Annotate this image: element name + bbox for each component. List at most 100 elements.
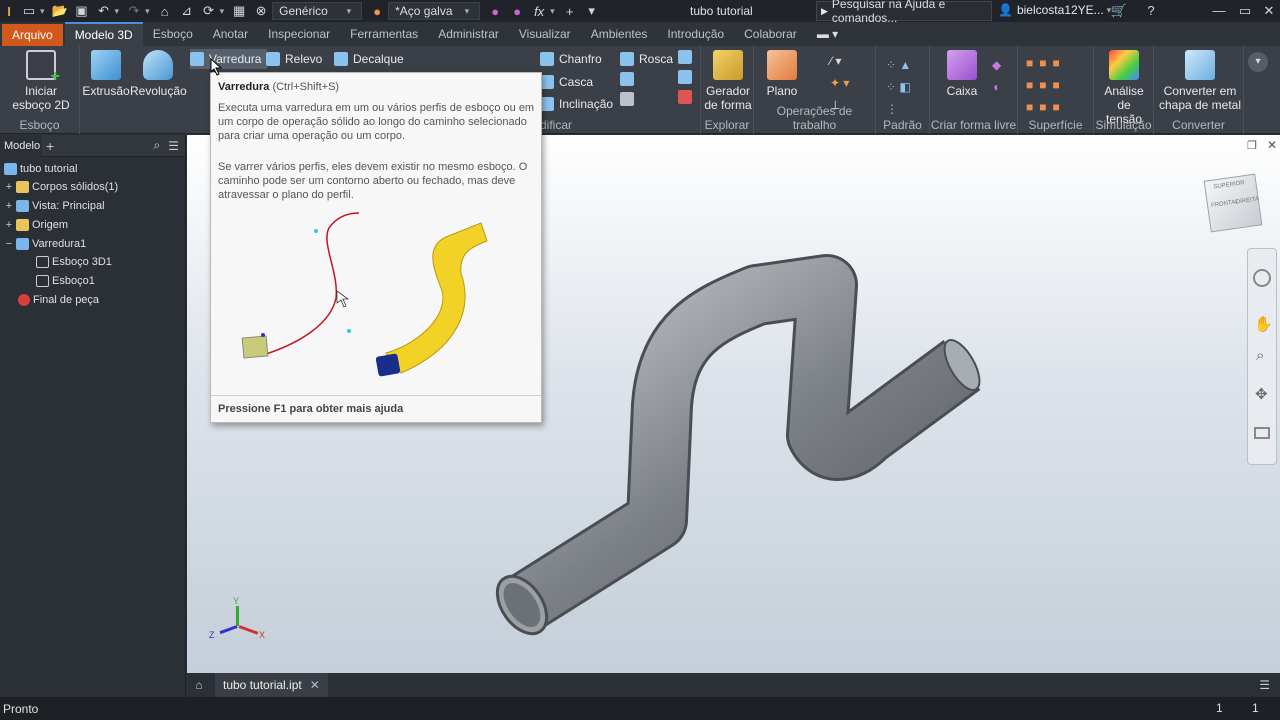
work-point-icon[interactable]: ✦ ▾	[830, 76, 849, 90]
move-face-icon[interactable]	[678, 70, 692, 84]
search-box[interactable]: ▶ Pesquisar na Ajuda e comandos...	[816, 0, 992, 25]
minimize-icon[interactable]: —	[1208, 3, 1230, 18]
viewport-close-icon[interactable]: ✕	[1267, 138, 1277, 152]
expand-icon[interactable]: +	[4, 219, 14, 231]
pattern-icons[interactable]: ⁘ ▲ ⁘ ◧ ⋮	[886, 54, 922, 120]
properties-icon[interactable]: ▦	[228, 3, 250, 19]
open-folder-icon[interactable]: 📂	[49, 3, 71, 19]
thread-button[interactable]: Rosca	[620, 49, 673, 69]
surface-icons[interactable]: ■■■ ■■■ ■■■	[1026, 52, 1092, 118]
app-logo-icon[interactable]: I	[0, 4, 18, 19]
viewcube[interactable]: SUPERIOR FRONTAL DIREITA	[1203, 173, 1263, 233]
close-icon[interactable]: ✕	[1258, 3, 1280, 19]
home-tab-icon[interactable]: ⌂	[187, 678, 211, 692]
face-delete-icon[interactable]	[678, 50, 692, 64]
combine-icon[interactable]	[620, 92, 634, 106]
expand-icon[interactable]: +	[4, 181, 14, 193]
shell-button[interactable]: Casca	[540, 72, 593, 92]
delete-face-icon[interactable]	[678, 90, 692, 104]
tree-item-root[interactable]: tubo tutorial	[4, 160, 77, 178]
steering-wheel-icon[interactable]	[1253, 269, 1271, 287]
expand-icon[interactable]: +	[4, 200, 14, 212]
tree-item-origin[interactable]: + Origem	[4, 216, 68, 234]
tab-esboco[interactable]: Esboço	[143, 22, 203, 46]
box-button[interactable]: Caixa	[938, 50, 986, 98]
select-icon[interactable]: ⊿	[176, 3, 198, 19]
tab-inspecionar[interactable]: Inspecionar	[258, 22, 340, 46]
add-icon[interactable]: +	[559, 4, 581, 19]
collapse-icon[interactable]: −	[4, 238, 14, 250]
add-tab-icon[interactable]: +	[46, 138, 54, 154]
tab-visualizar[interactable]: Visualizar	[509, 22, 581, 46]
revolve-icon	[143, 50, 173, 80]
ribbon-options-icon[interactable]: ▬ ▾	[807, 22, 848, 46]
orbit-icon[interactable]: ✥	[1255, 385, 1268, 403]
close-tab-icon[interactable]: ✕	[310, 678, 320, 692]
work-axis-icon[interactable]: ⁄ ▾	[830, 54, 841, 68]
save-icon[interactable]: ▣	[71, 3, 93, 19]
group-label-freeform: Criar forma livre	[930, 118, 1017, 132]
ribbon-expand-icon[interactable]: ▾	[1248, 52, 1268, 72]
tree-item-sketch3d[interactable]: Esboço 3D1	[36, 253, 112, 271]
freeform-extra-icons[interactable]: ◆ ◖	[992, 54, 1001, 98]
tab-introducao[interactable]: Introdução	[657, 22, 734, 46]
tab-anotar[interactable]: Anotar	[203, 22, 258, 46]
decal-button[interactable]: Decalque	[334, 49, 404, 69]
maximize-icon[interactable]: ▭	[1234, 3, 1256, 19]
user-account[interactable]: 👤 bielcosta12YE... ▾	[998, 3, 1115, 17]
look-at-icon[interactable]	[1254, 427, 1270, 439]
home-icon[interactable]: ⌂	[154, 4, 176, 19]
shape-generator-button[interactable]: Gerador de forma	[703, 50, 753, 112]
zoom-icon[interactable]: ⌕	[1256, 347, 1264, 364]
group-label-convert: Converter	[1172, 118, 1225, 132]
revolution-button[interactable]: Revolução	[130, 50, 187, 98]
modify-right-icons[interactable]	[678, 50, 694, 116]
sweep-tooltip: Varredura (Ctrl+Shift+S) Executa uma var…	[210, 72, 542, 423]
clear-appearance-icon[interactable]: ⊗	[250, 3, 272, 19]
group-label-explore: Explorar	[704, 118, 750, 132]
help-icon[interactable]: ?	[1140, 3, 1162, 18]
appearance-select[interactable]: Genérico ▾	[272, 2, 363, 20]
split-icon[interactable]	[620, 72, 634, 86]
new-file-icon[interactable]: ▭	[18, 3, 40, 19]
document-tab[interactable]: tubo tutorial.ipt ✕	[215, 673, 328, 697]
tabs-menu-icon[interactable]: ☰	[1259, 678, 1270, 692]
z-axis-label: Z	[209, 630, 215, 640]
customize-icon[interactable]: ▾	[581, 3, 603, 19]
cart-icon[interactable]: 🛒	[1108, 3, 1130, 19]
redo-icon[interactable]: ↷	[123, 3, 145, 19]
extrusion-button[interactable]: Extrusão	[82, 50, 130, 98]
draft-button[interactable]: Inclinação	[540, 94, 613, 114]
tab-ferramentas[interactable]: Ferramentas	[340, 22, 428, 46]
tab-administrar[interactable]: Administrar	[428, 22, 509, 46]
search-icon[interactable]: ⌕	[154, 138, 161, 153]
tab-modelo[interactable]: Modelo	[0, 134, 42, 157]
color-wheel-icon[interactable]: ●	[366, 4, 388, 19]
convert-sheet-metal-button[interactable]: Converter em chapa de metal	[1156, 50, 1244, 112]
tab-modelo-3d[interactable]: Modelo 3D	[64, 22, 143, 46]
stress-analysis-button[interactable]: Análise de tensão	[1096, 50, 1152, 126]
tree-item-solid-bodies[interactable]: + Corpos sólidos(1)	[4, 178, 118, 196]
tab-arquivo[interactable]: Arquivo	[2, 24, 63, 46]
tree-item-sweep[interactable]: − Varredura1	[4, 235, 86, 253]
plane-button[interactable]: Plano	[760, 50, 804, 98]
sweep-button[interactable]: Varredura	[190, 49, 268, 69]
tree-item-view[interactable]: + Vista: Principal	[4, 197, 105, 215]
modify-extra-icons[interactable]	[620, 72, 636, 116]
viewport-restore-icon[interactable]: ❐	[1247, 139, 1257, 152]
appearance-icon[interactable]: ●	[484, 4, 506, 19]
fx-icon[interactable]: fx	[528, 4, 550, 19]
update-icon[interactable]: ⟳	[198, 3, 220, 19]
tab-colaborar[interactable]: Colaborar	[734, 22, 807, 46]
undo-icon[interactable]: ↶	[93, 3, 115, 19]
emboss-button[interactable]: Relevo	[266, 49, 322, 69]
adjust-icon[interactable]: ●	[506, 4, 528, 19]
material-select[interactable]: *Aço galva ▾	[388, 2, 481, 20]
tree-item-end-of-part[interactable]: Final de peça	[18, 291, 99, 309]
start-sketch-button[interactable]: + Iniciar esboço 2D	[8, 50, 74, 112]
chamfer-button[interactable]: Chanfro	[540, 49, 602, 69]
pan-icon[interactable]: ✋	[1254, 315, 1273, 333]
tree-item-sketch1[interactable]: Esboço1	[36, 272, 95, 290]
menu-icon[interactable]: ☰	[168, 139, 179, 153]
tab-ambientes[interactable]: Ambientes	[581, 22, 658, 46]
